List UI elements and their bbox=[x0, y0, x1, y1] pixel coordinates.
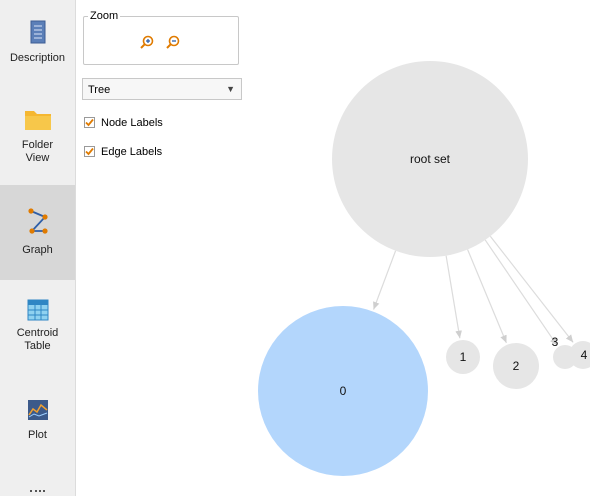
zoom-in-icon[interactable] bbox=[139, 35, 155, 51]
graph-node-label: 1 bbox=[460, 350, 467, 364]
sidebar-item-graph[interactable]: Graph bbox=[0, 185, 75, 280]
document-icon bbox=[30, 20, 45, 44]
graph-edge-root-n4 bbox=[489, 235, 574, 343]
layout-select[interactable]: Tree ▼ bbox=[82, 78, 242, 100]
graph-svg: root set 0 1 2 3 4 bbox=[258, 61, 590, 476]
sidebar-item-label: Folder View bbox=[21, 139, 54, 164]
table-icon bbox=[27, 299, 48, 321]
zoom-group bbox=[83, 16, 239, 65]
zoom-label: Zoom bbox=[88, 10, 121, 22]
graph-node-label: 0 bbox=[340, 384, 347, 398]
layout-select-value: Tree bbox=[88, 84, 111, 96]
more-items-indicator bbox=[30, 490, 45, 494]
sidebar-item-label: Description bbox=[9, 52, 66, 64]
sidebar-item-centroid-table[interactable]: Centroid Table bbox=[0, 280, 75, 377]
chevron-down-icon: ▼ bbox=[226, 84, 235, 94]
folder-icon bbox=[24, 111, 51, 130]
graph-node-label: 3 bbox=[552, 335, 559, 349]
graph-edge-root-n3 bbox=[484, 239, 558, 346]
zoom-out-icon[interactable] bbox=[165, 35, 181, 51]
sidebar-item-description[interactable]: Description bbox=[0, 0, 75, 88]
edge-labels-label: Edge Labels bbox=[101, 146, 163, 158]
graph-node-label: 2 bbox=[513, 359, 520, 373]
sidebar-item-plot[interactable]: Plot bbox=[0, 377, 75, 462]
graph-edge-root-n1 bbox=[445, 255, 462, 339]
graph-node-label: root set bbox=[410, 152, 451, 166]
checkmark-icon bbox=[84, 117, 95, 128]
sidebar-item-label: Centroid Table bbox=[16, 327, 59, 352]
graph-node-label: 4 bbox=[581, 348, 588, 362]
sidebar-item-label: Graph bbox=[22, 244, 53, 256]
node-labels-label: Node Labels bbox=[101, 117, 163, 129]
sidebar: Description Folder View Graph Centroid T… bbox=[0, 0, 76, 496]
graph-edge-root-n0 bbox=[372, 250, 397, 310]
checkmark-icon bbox=[84, 146, 95, 157]
plot-icon bbox=[27, 400, 48, 420]
graph-canvas[interactable]: root set 0 1 2 3 4 bbox=[240, 0, 590, 496]
sidebar-item-folder-view[interactable]: Folder View bbox=[0, 88, 75, 185]
graph-icon bbox=[27, 208, 48, 234]
sidebar-item-label: Plot bbox=[28, 429, 47, 441]
